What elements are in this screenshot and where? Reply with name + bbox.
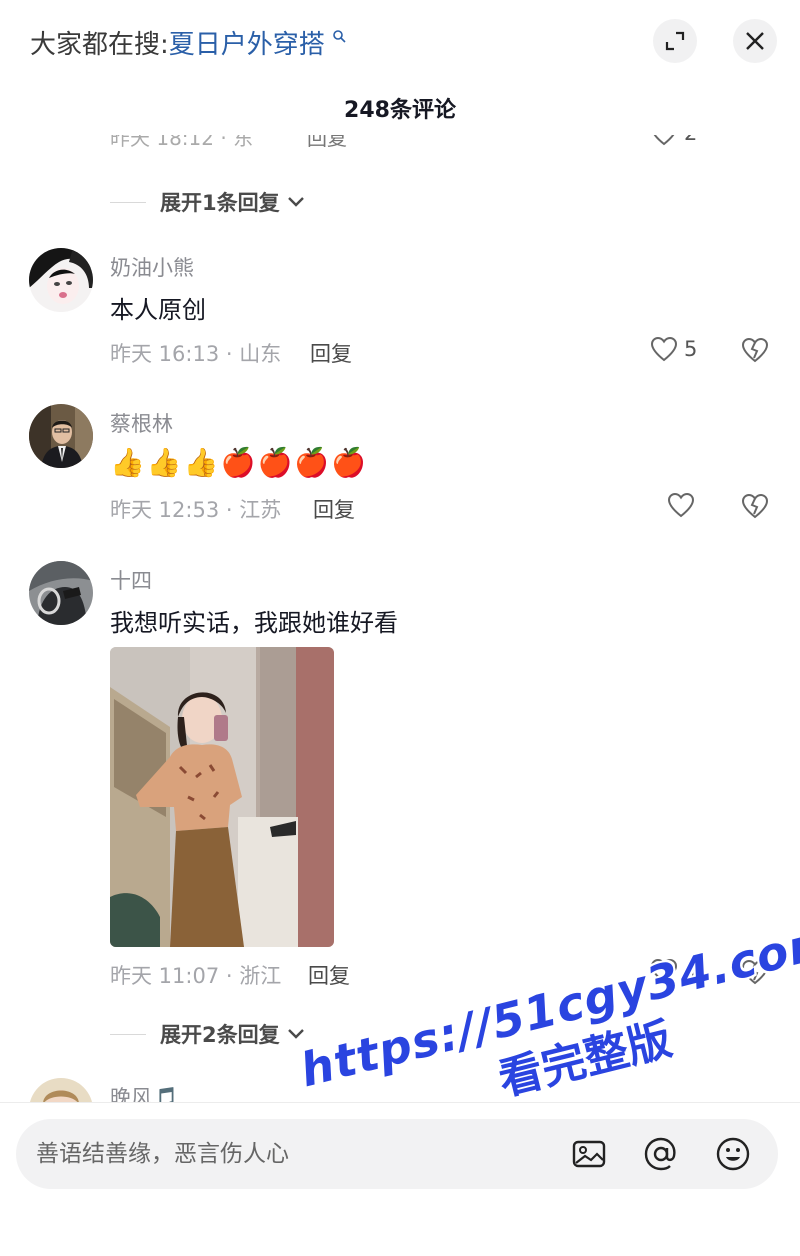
heart-icon: [650, 336, 678, 362]
image-button[interactable]: [571, 1136, 607, 1172]
trending-search[interactable]: 大家都在搜:夏日户外穿搭: [30, 24, 346, 61]
image-icon: [572, 1140, 606, 1168]
expand-replies-label: 展开2条回复: [160, 1023, 280, 1047]
heart-icon: [667, 492, 695, 518]
comment-list[interactable]: 昨天 18:12 · 东 回复 2 展开1条回复 奶油小熊 本人原创 昨天 16…: [0, 0, 800, 1102]
comment-input[interactable]: [36, 1119, 556, 1189]
comment-username[interactable]: 奶油小熊: [110, 252, 194, 282]
dislike-button[interactable]: [740, 336, 770, 368]
comment-text: 👍👍👍🍎🍎🍎🍎: [110, 446, 369, 479]
emoji-icon: [716, 1137, 750, 1171]
comment-text: 本人原创: [110, 296, 206, 324]
reply-button[interactable]: 回复: [308, 960, 350, 990]
avatar[interactable]: [29, 404, 93, 468]
reply-button[interactable]: 回复: [313, 494, 355, 524]
divider: [110, 201, 146, 203]
comment-meta: 昨天 12:53 · 江苏: [110, 498, 282, 522]
comment-text: 我想听实话，我跟她谁好看: [110, 609, 398, 637]
search-prefix: 大家都在搜:: [30, 30, 169, 60]
comment-input-bar: [0, 1102, 800, 1256]
comment-meta: 昨天 16:13 · 山东: [110, 342, 282, 366]
divider: [110, 1033, 146, 1035]
search-icon: [327, 29, 346, 47]
at-icon: [644, 1137, 676, 1171]
broken-heart-icon: [741, 959, 769, 985]
heart-icon: [650, 958, 678, 984]
dislike-button[interactable]: [740, 492, 770, 524]
comment-image[interactable]: [110, 647, 334, 947]
chevron-down-icon: [287, 1029, 304, 1039]
comment-username[interactable]: 晚风🎵: [110, 1082, 178, 1102]
mention-button[interactable]: [643, 1136, 679, 1172]
expand-replies-button[interactable]: 展开1条回复: [110, 187, 306, 217]
like-count: 4: [684, 959, 698, 983]
like-button[interactable]: 4: [650, 958, 697, 984]
expand-replies-button[interactable]: 展开2条回复: [110, 1019, 306, 1049]
like-count: 5: [684, 337, 698, 361]
comment-username[interactable]: 蔡根林: [110, 408, 173, 438]
chevron-down-icon: [287, 197, 304, 207]
comment-count: 248条评论: [344, 98, 456, 123]
expand-icon: [665, 31, 685, 51]
dislike-button[interactable]: [740, 958, 770, 990]
avatar[interactable]: [29, 248, 93, 312]
avatar[interactable]: [29, 561, 93, 625]
broken-heart-icon: [741, 337, 769, 363]
avatar[interactable]: [29, 1078, 93, 1102]
broken-heart-icon: [741, 493, 769, 519]
reply-button[interactable]: 回复: [310, 338, 352, 368]
emoji-button[interactable]: [715, 1136, 751, 1172]
like-button[interactable]: [667, 492, 695, 518]
expand-button[interactable]: [653, 19, 697, 63]
comment-username[interactable]: 十四: [110, 565, 152, 595]
comments-header: 大家都在搜:夏日户外穿搭 248条评论: [0, 0, 800, 135]
close-icon: [746, 32, 764, 50]
search-keyword[interactable]: 夏日户外穿搭: [169, 30, 325, 60]
expand-replies-label: 展开1条回复: [160, 191, 280, 215]
like-button[interactable]: 5: [650, 336, 697, 362]
comment-input-container[interactable]: [16, 1119, 778, 1189]
close-button[interactable]: [733, 19, 777, 63]
comment-meta: 昨天 11:07 · 浙江: [110, 964, 282, 988]
